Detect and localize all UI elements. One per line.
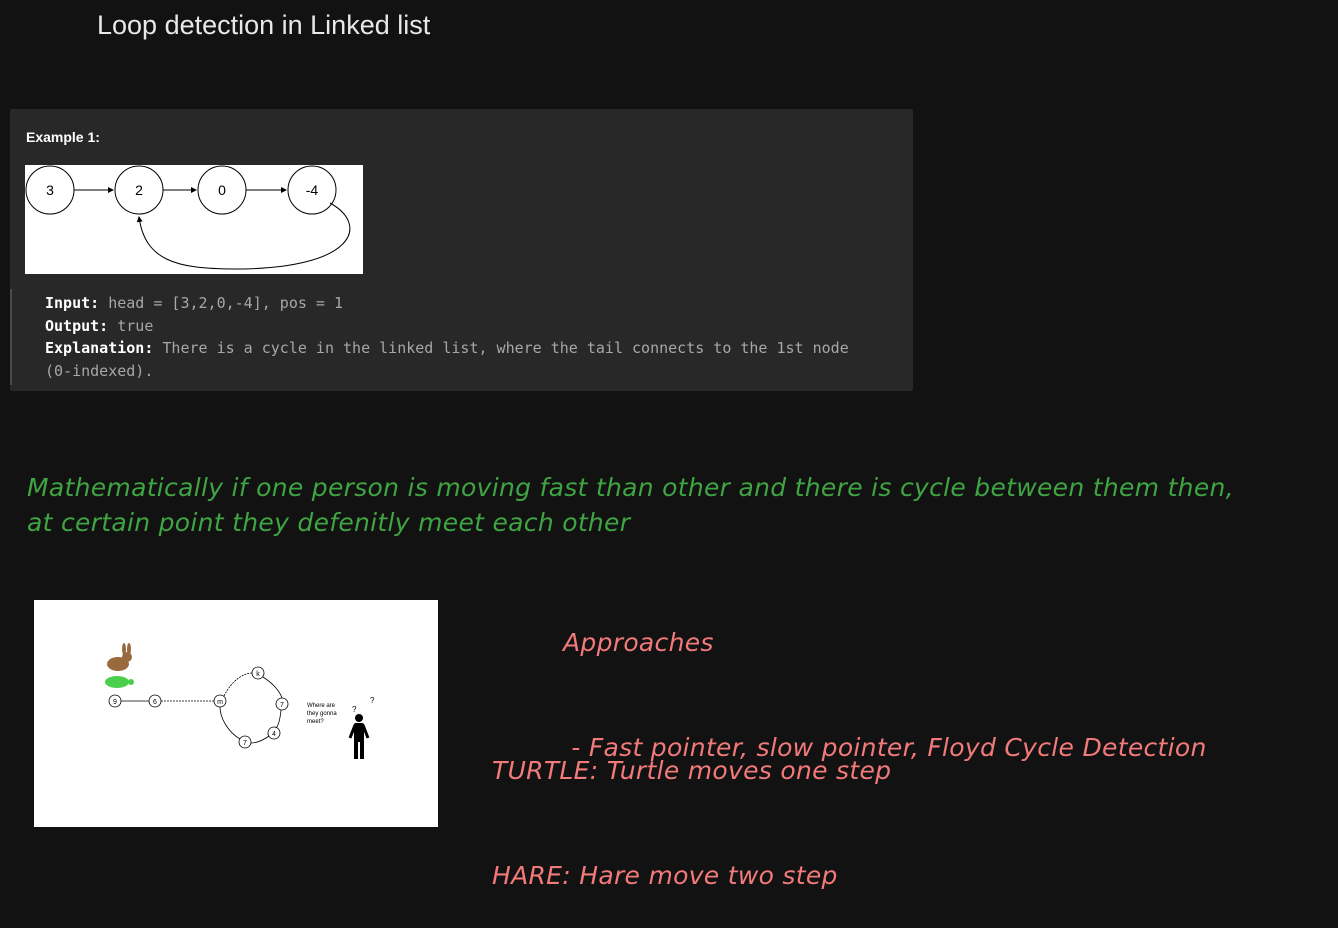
node-label: 2: [135, 182, 143, 198]
linked-list-svg: 3 2 0 -4: [25, 165, 351, 270]
tortoise-hare-svg: 9 6 m k 7 4 7 Where are they gonna meet?…: [105, 643, 375, 759]
node-label: 3: [46, 182, 54, 198]
rabbit-icon: [107, 643, 132, 671]
input-label: Input:: [45, 294, 100, 312]
node-label: 7: [243, 740, 247, 747]
hare-line: HARE: Hare move two step: [492, 861, 838, 890]
example-code-block: Input: head = [3,2,0,-4], pos = 1 Output…: [10, 289, 900, 385]
turtle-line: TURTLE: Turtle moves one step: [492, 756, 892, 785]
node-label: k: [256, 671, 260, 678]
node-label: 6: [153, 699, 157, 706]
node-label: 0: [218, 182, 226, 198]
node-label: -4: [306, 182, 319, 198]
question-mark: ?: [370, 696, 375, 705]
approaches-title: Approaches: [563, 628, 714, 657]
example-box: Example 1: 3 2 0 -4 Input: head = [3,2,0…: [10, 109, 913, 391]
explanation-continuation: (0-indexed).: [45, 361, 154, 380]
node-label: m: [217, 699, 223, 706]
explanation-label: Explanation:: [45, 339, 154, 357]
person-icon: [348, 714, 370, 759]
cycle-path: [250, 735, 270, 744]
turtle-icon: [105, 676, 134, 688]
math-note-line: Mathematically if one person is moving f…: [27, 473, 1234, 502]
node-label: 7: [280, 702, 284, 709]
cycle-path: [262, 676, 283, 699]
math-note-line: at certain point they defenitly meet eac…: [27, 508, 631, 537]
question-mark: ?: [352, 705, 357, 714]
page-title: Loop detection in Linked list: [97, 10, 431, 40]
output-label: Output:: [45, 316, 109, 335]
input-value: head = [3,2,0,-4], pos = 1: [108, 294, 344, 312]
explanation-value: There is a cycle in the linked list, whe…: [162, 339, 849, 357]
linked-list-diagram: 3 2 0 -4: [25, 165, 363, 274]
node-label: 4: [272, 731, 276, 738]
caption-line: they gonna: [307, 711, 337, 717]
output-value: true: [117, 316, 154, 335]
tortoise-hare-illustration: 9 6 m k 7 4 7 Where are they gonna meet?…: [34, 600, 438, 827]
cycle-path: [223, 672, 253, 697]
node-label: 9: [113, 699, 117, 706]
caption-line: Where are: [307, 703, 336, 709]
cycle-path: [219, 706, 241, 740]
turtle-hare-note: TURTLE: Turtle moves one step HARE: Hare…: [492, 683, 891, 928]
example-heading: Example 1:: [26, 129, 100, 145]
cycle-path: [275, 709, 282, 729]
math-note: Mathematically if one person is moving f…: [27, 470, 1337, 540]
caption-line: meet?: [307, 719, 324, 725]
